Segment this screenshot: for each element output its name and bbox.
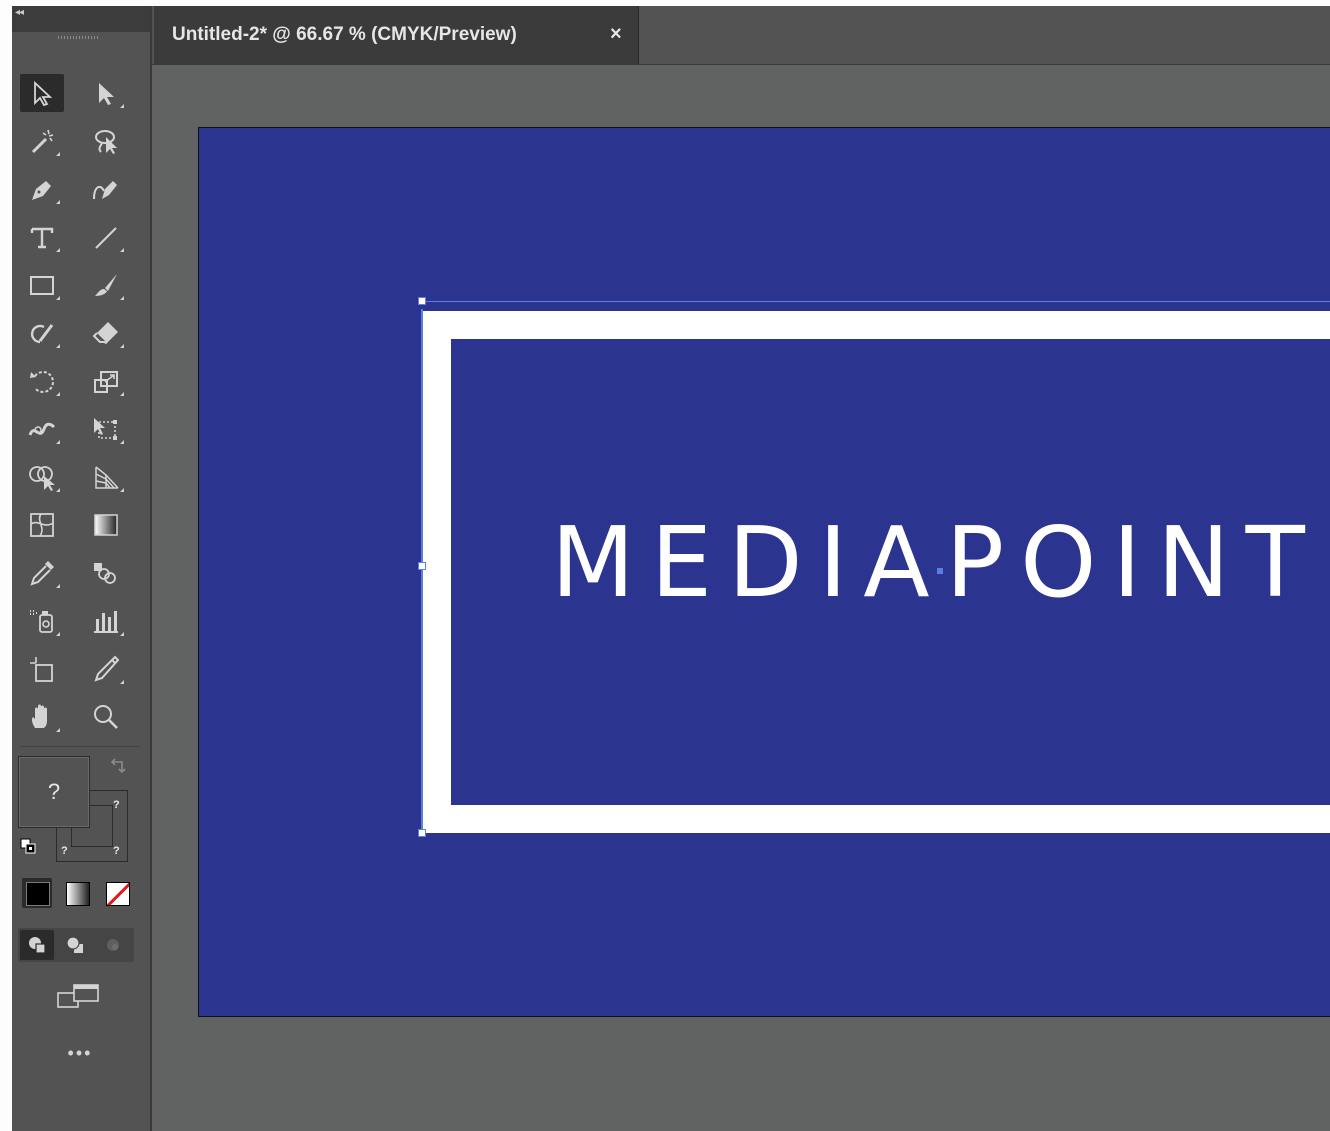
canvas[interactable]: MEDIAPOINT xyxy=(152,65,1330,1131)
tools-panel-header: ◂◂ xyxy=(12,6,150,32)
none-mode-button[interactable] xyxy=(102,878,132,908)
pen-tool[interactable] xyxy=(20,170,64,208)
document-area: Untitled-2* @ 66.67 % (CMYK/Preview) × M… xyxy=(152,6,1330,1131)
swap-fill-stroke-icon[interactable] xyxy=(108,758,128,783)
perspective-grid-icon xyxy=(95,466,119,489)
draw-normal-icon xyxy=(29,937,46,954)
draw-inside-button[interactable] xyxy=(96,930,130,960)
perspective-grid-tool[interactable] xyxy=(84,458,128,496)
change-screen-mode-button[interactable] xyxy=(56,981,104,1015)
selection-bounding-edge xyxy=(423,301,1330,302)
draw-normal-button[interactable] xyxy=(20,930,54,960)
magic-wand-icon xyxy=(31,129,54,154)
rectangle-icon xyxy=(30,276,54,295)
draw-inside-icon xyxy=(107,939,119,951)
close-tab-icon[interactable]: × xyxy=(610,23,622,46)
none-swatch-icon xyxy=(106,882,130,906)
default-fill-stroke-icon[interactable] xyxy=(20,838,36,854)
hand-tool[interactable] xyxy=(20,698,64,736)
color-swatch xyxy=(26,882,50,906)
panel-grip[interactable] xyxy=(58,36,98,39)
selection-handle-bottom-left[interactable] xyxy=(418,829,426,837)
screen-mode-icon xyxy=(57,984,99,1008)
zoom-tool[interactable] xyxy=(84,698,128,736)
blend-icon xyxy=(94,563,116,584)
illustrator-window: ◂◂ ? ? ? ? ••• Untitled-2* @ 66.67 % (CM… xyxy=(12,6,1330,1131)
eraser-icon xyxy=(92,322,118,344)
shaper-icon xyxy=(30,324,54,344)
draw-behind-icon xyxy=(66,936,83,953)
shaper-tool[interactable] xyxy=(20,314,64,352)
hand-icon xyxy=(31,704,47,728)
selection-left-edge xyxy=(421,309,423,835)
curvature-tool[interactable] xyxy=(84,170,128,208)
slice-tool[interactable] xyxy=(84,650,128,688)
eyedropper-icon xyxy=(30,561,54,586)
magnifier-icon xyxy=(94,705,118,729)
fill-swatch[interactable]: ? xyxy=(18,756,90,828)
pen-icon xyxy=(32,181,51,200)
artboard-icon xyxy=(30,657,53,682)
column-graph-tool[interactable] xyxy=(84,602,128,640)
curvature-pen-icon xyxy=(93,181,117,200)
selection-tool[interactable] xyxy=(20,74,64,112)
tools-panel: ◂◂ ? ? ? ? ••• xyxy=(12,6,152,1131)
document-tab-title: Untitled-2* @ 66.67 % (CMYK/Preview) xyxy=(172,24,517,45)
rotate-tool[interactable] xyxy=(20,362,64,400)
blend-tool[interactable] xyxy=(84,554,128,592)
slice-knife-icon xyxy=(94,655,120,682)
mesh-icon xyxy=(30,513,54,537)
width-tool[interactable] xyxy=(20,410,64,448)
selection-handle-top-left[interactable] xyxy=(418,297,426,305)
type-t-icon xyxy=(30,227,54,249)
color-mode-button[interactable] xyxy=(22,878,52,908)
symbol-sprayer-tool[interactable] xyxy=(20,602,64,640)
magic-wand-tool[interactable] xyxy=(20,122,64,160)
width-icon xyxy=(28,422,56,436)
toolbar-separator xyxy=(20,746,140,747)
stroke-value-top: ? xyxy=(113,799,120,811)
gradient-mode-button[interactable] xyxy=(62,878,92,908)
selection-arrow-icon xyxy=(34,80,53,107)
symbol-sprayer-icon xyxy=(30,610,53,633)
rectangle-tool[interactable] xyxy=(20,266,64,304)
column-graph-icon xyxy=(94,611,118,633)
collapse-panel-icon[interactable]: ◂◂ xyxy=(15,8,24,18)
gradient-tool[interactable] xyxy=(84,506,128,544)
gradient-swatch xyxy=(66,882,90,906)
paintbrush-tool[interactable] xyxy=(84,266,128,304)
rotate-icon xyxy=(30,371,54,393)
line-icon xyxy=(95,227,117,249)
brush-icon xyxy=(95,274,117,296)
type-tool[interactable] xyxy=(20,218,64,256)
free-transform-tool[interactable] xyxy=(84,410,128,448)
lasso-tool[interactable] xyxy=(84,122,128,160)
center-point-marker xyxy=(937,568,943,574)
document-tab-bar: Untitled-2* @ 66.67 % (CMYK/Preview) × xyxy=(152,6,1330,65)
scale-tool[interactable] xyxy=(84,362,128,400)
free-transform-icon xyxy=(94,418,117,440)
gradient-icon xyxy=(94,514,118,536)
stroke-value-left: ? xyxy=(61,845,68,857)
eraser-tool[interactable] xyxy=(84,314,128,352)
shape-builder-icon xyxy=(29,466,55,491)
artboard[interactable]: MEDIAPOINT xyxy=(198,127,1330,1017)
draw-behind-button[interactable] xyxy=(58,930,92,960)
artboard-tool[interactable] xyxy=(20,650,64,688)
direct-selection-arrow-icon xyxy=(99,83,114,105)
mesh-tool[interactable] xyxy=(20,506,64,544)
lasso-icon xyxy=(95,130,117,154)
shape-builder-tool[interactable] xyxy=(20,458,64,496)
draw-modes xyxy=(18,928,134,962)
edit-toolbar-button[interactable]: ••• xyxy=(56,1044,104,1066)
stroke-value-right: ? xyxy=(113,845,120,857)
line-segment-tool[interactable] xyxy=(84,218,128,256)
logo-text[interactable]: MEDIAPOINT xyxy=(551,514,1321,611)
selection-handle-middle-left[interactable] xyxy=(418,562,426,570)
scale-icon xyxy=(94,371,118,393)
fill-value: ? xyxy=(47,779,61,804)
direct-selection-tool[interactable] xyxy=(84,74,128,112)
document-tab[interactable]: Untitled-2* @ 66.67 % (CMYK/Preview) × xyxy=(154,6,639,64)
eyedropper-tool[interactable] xyxy=(20,554,64,592)
